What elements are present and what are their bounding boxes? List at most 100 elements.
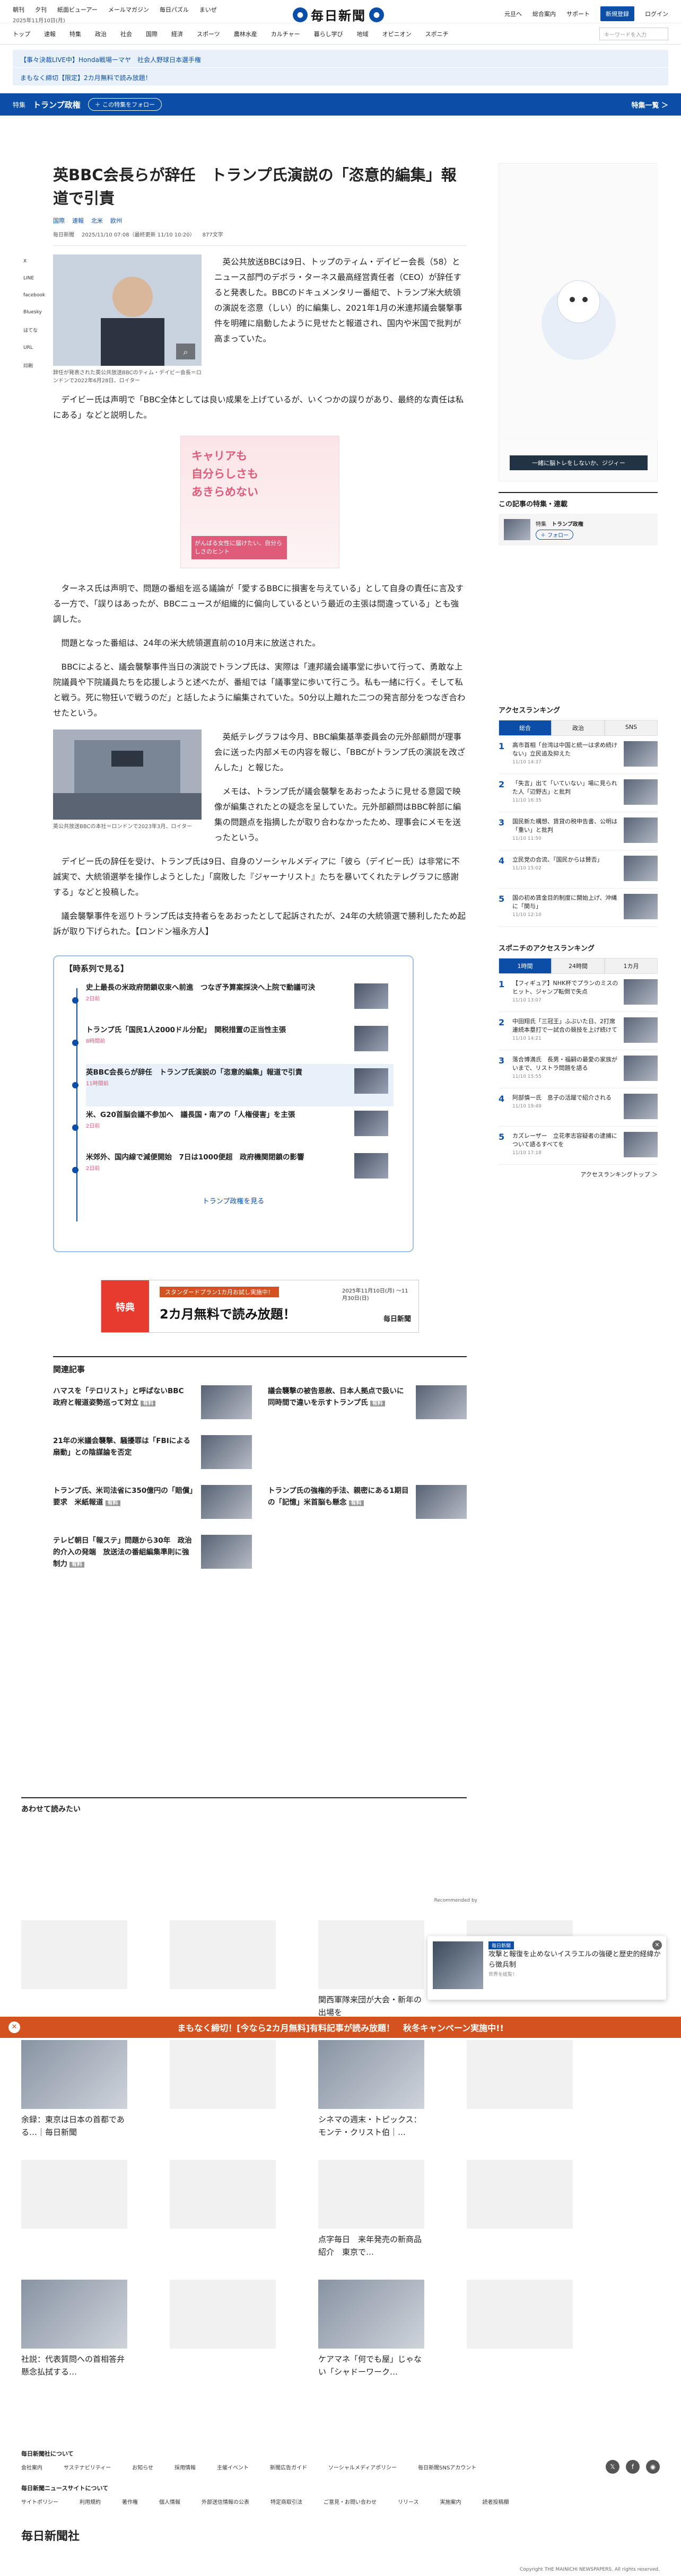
recommended-item[interactable]: ケアマネ「何でも屋」じゃない「シャドーワーク… xyxy=(318,2280,424,2378)
search-input[interactable]: キーワードを入力 xyxy=(599,28,668,40)
ranking-item[interactable]: 3 国民新た構想、賃貸の税申告書、公明は「重い」と批判 11/10 11:50 xyxy=(499,812,658,850)
feature-list-link[interactable]: 特集一覧 ＞ xyxy=(631,100,668,110)
site-logo[interactable]: ● 毎日新聞 ● xyxy=(293,5,384,24)
banner-campaign[interactable]: まもなく締切【限定】2カ月無料で読み放題！ xyxy=(13,68,668,86)
footer-link-8[interactable]: 実施案内 xyxy=(440,2498,461,2505)
recommended-item[interactable]: 点字毎日 来年発売の新商品紹介 東京で… xyxy=(318,2160,424,2258)
tab-2[interactable]: SNS xyxy=(605,720,658,736)
nav-item-3[interactable]: 政治 xyxy=(95,30,107,38)
category-3[interactable]: 欧州 xyxy=(110,216,122,225)
recommended-item[interactable] xyxy=(467,2280,573,2378)
footer-link-5[interactable]: 新聞広告ガイド xyxy=(270,2463,307,2471)
ranking-item[interactable]: 5 カズレーザー 立花孝志容疑者の逮捕について語るすべてを 11/10 17:18 xyxy=(499,1127,658,1165)
subscribe-button[interactable]: 新規登録 xyxy=(600,6,634,21)
share-icon-2[interactable]: facebook xyxy=(23,293,45,298)
tab-1[interactable]: 24時間 xyxy=(552,958,605,974)
footer-link-6[interactable]: ソーシャルメディアポリシー xyxy=(328,2463,397,2471)
timeline-item[interactable]: 米郊外、国内線で減便開始 7日は1000便超 政府機関閉鎖の影響 2日前 xyxy=(72,1149,394,1191)
recommended-item[interactable]: 余録：東京は日本の首都である…｜毎日新聞 xyxy=(21,2040,127,2139)
util-link-4[interactable]: 毎日パズル xyxy=(160,5,189,14)
timeline-item[interactable]: 英BBC会長らが辞任 トランプ氏演説の「恣意的編集」報道で引責 11時間前 xyxy=(72,1064,394,1106)
tab-2[interactable]: 1カ月 xyxy=(605,958,658,974)
category-2[interactable]: 北米 xyxy=(91,216,103,225)
share-icon-6[interactable]: 印刷 xyxy=(23,362,45,369)
rss-icon[interactable]: ◉ xyxy=(646,2460,660,2474)
footer-link-0[interactable]: 会社案内 xyxy=(21,2463,42,2471)
sidebar-ad[interactable]: 一緒に脳トレをしないか、ジジィー xyxy=(499,163,658,481)
ranking-more-link[interactable]: アクセスランキングトップ ＞ xyxy=(499,1170,658,1179)
category-1[interactable]: 速報 xyxy=(72,216,84,225)
campaign-bar[interactable]: ✕ まもなく締切！[今なら2カ月無料]有料記事が読み放題！ 秋冬キャンペーン実施… xyxy=(0,2017,681,2038)
nav-item-8[interactable]: 農林水産 xyxy=(234,30,257,38)
footer-link-3[interactable]: 個人情報 xyxy=(159,2498,180,2505)
nav-item-0[interactable]: トップ xyxy=(13,30,30,38)
related-item[interactable]: 21年の米議会襲撃、騒擾罪は「FBIによる扇動」との陰謀論を否定 xyxy=(53,1435,252,1472)
related-item[interactable]: トランプ氏の強権的手法、親密にある1期目の「記憶」米首脳も懸念 有料 xyxy=(268,1485,467,1522)
recommended-item[interactable]: 関西軍隊来団が大会・新年の出場を xyxy=(318,1920,424,2019)
recommended-item[interactable] xyxy=(170,2160,276,2258)
tab-1[interactable]: 政治 xyxy=(552,720,605,736)
recommended-item[interactable] xyxy=(21,2160,127,2258)
footer-link-3[interactable]: 採用情報 xyxy=(174,2463,196,2471)
ranking-item[interactable]: 2 「失言」出て「いていない」場に見られた人「辺野古」と批判 11/10 16:35 xyxy=(499,774,658,812)
footer-link-5[interactable]: 特定商取引法 xyxy=(270,2498,302,2505)
nav-item-9[interactable]: カルチャー xyxy=(271,30,300,38)
sidebar-feature-card[interactable]: 特集 トランプ政権 ＋ フォロー xyxy=(499,514,658,546)
footer-link-1[interactable]: 利用規約 xyxy=(80,2498,101,2505)
photo-1-image[interactable]: ⌕ xyxy=(53,254,202,366)
ranking-item[interactable]: 2 中田翔氏「三冠王」ふぶいた日、2打席連続本塁打で一試合の競技を上げ続けて 11/… xyxy=(499,1012,658,1050)
recommended-item[interactable] xyxy=(21,1920,127,2019)
ranking-item[interactable]: 4 立民党の合流、「国民からは賛否」 11/10 15:02 xyxy=(499,850,658,889)
nav-item-7[interactable]: スポーツ xyxy=(197,30,220,38)
ad-banner[interactable]: キャリアも 自分らしさも あきらめない がんばる女性に届けたい、自分らしさのヒン… xyxy=(180,436,339,568)
feature-follow-button[interactable]: ＋ この特集をフォロー xyxy=(88,98,162,111)
footer-link-7[interactable]: リリース xyxy=(398,2498,419,2505)
photo-2-image[interactable] xyxy=(53,729,202,820)
ranking-item[interactable]: 3 落合博満氏 長男・福嗣の最愛の家族がいまで、リストラ問題を語る 11/10 15… xyxy=(499,1050,658,1088)
campaign-close-icon[interactable]: ✕ xyxy=(8,2021,20,2033)
share-icon-1[interactable]: LINE xyxy=(23,276,45,281)
timeline-item[interactable]: 史上最長の米政府閉鎖収束へ前進 つなぎ予算案採決へ上院で動議可決 2日前 xyxy=(72,979,394,1022)
header-right-link-2[interactable]: サポート xyxy=(566,10,590,18)
header-right-link-0[interactable]: 元旦へ xyxy=(504,10,522,18)
timeline-item[interactable]: トランプ氏「国民1人2000ドル分配」 関税措置の正当性主張 8時間前 xyxy=(72,1022,394,1064)
footer-link-0[interactable]: サイトポリシー xyxy=(21,2498,58,2505)
footer-link-7[interactable]: 毎日新聞SNSアカウント xyxy=(418,2463,476,2471)
share-icon-4[interactable]: はてな xyxy=(23,327,45,333)
nav-item-11[interactable]: 地域 xyxy=(357,30,369,38)
tab-0[interactable]: 総合 xyxy=(499,720,552,736)
related-item[interactable]: テレビ朝日「報ステ」問題から30年 政治的介入の発端 放送法の番組編集準則に強制… xyxy=(53,1535,252,1572)
banner-live[interactable]: 【事々決裁LIVE中】Honda戦場ーマヤ 社会人野球日本選手権 xyxy=(13,50,668,68)
share-icon-0[interactable]: X xyxy=(23,259,45,264)
footer-link-4[interactable]: 外部送信情報の公表 xyxy=(202,2498,249,2505)
ranking-item[interactable]: 5 国の初め賃金目的制度に開始上げ、沖縄に「関与」 11/10 12:10 xyxy=(499,889,658,927)
header-right-link-1[interactable]: 総合案内 xyxy=(532,10,556,18)
recommended-item[interactable]: 社説：代表質問への首相答弁 懸念払拭する… xyxy=(21,2280,133,2378)
timeline-item[interactable]: 米、G20首脳会議不参加へ 議長国・南アの「人権侵害」を主張 2日前 xyxy=(72,1106,394,1149)
util-link-1[interactable]: 夕刊 xyxy=(35,5,47,14)
recommended-item[interactable] xyxy=(170,1920,276,2019)
footer-link-4[interactable]: 主催イベント xyxy=(217,2463,249,2471)
ranking-item[interactable]: 1 高市首相「台湾は中国と統一は求め続けない」立民追及抑えた 11/10 14:37 xyxy=(499,736,658,774)
util-link-3[interactable]: メールマガジン xyxy=(108,5,149,14)
ranking-item[interactable]: 4 阿部慎一氏 息子の活躍で紹介される 11/10 19:49 xyxy=(499,1088,658,1127)
related-item[interactable]: トランプ氏、米司法省に350億円の「賠償」要求 米紙報道 有料 xyxy=(53,1485,252,1522)
related-item[interactable]: 議会襲撃の被告恩赦、日本人拠点で扱いに同時間で違いを示すトランプ氏 有料 xyxy=(268,1385,467,1422)
tab-0[interactable]: 1時間 xyxy=(499,958,552,974)
related-item[interactable]: ハマスを「テロリスト」と呼ばないBBC 政府と報道姿勢巡って対立 有料 xyxy=(53,1385,252,1422)
util-link-5[interactable]: まいぜ xyxy=(199,5,217,14)
category-0[interactable]: 国際 xyxy=(53,216,65,225)
footer-link-9[interactable]: 読者投稿欄 xyxy=(483,2498,509,2505)
nav-item-12[interactable]: オピニオン xyxy=(382,30,412,38)
nav-item-13[interactable]: スポニチ xyxy=(425,30,449,38)
nav-item-6[interactable]: 経済 xyxy=(171,30,183,38)
promo-banner[interactable]: 特典 スタンダードプラン1カ月お試し実施中！ 2カ月無料で読み放題！ 2025年… xyxy=(101,1280,419,1333)
sidebar-feature-follow[interactable]: ＋ フォロー xyxy=(536,530,574,540)
recommended-item[interactable]: シネマの週末・トピックス：モンテ・クリスト伯｜… xyxy=(318,2040,424,2139)
recommend-toast[interactable]: 毎日新聞 攻撃と報復を止めないイスラエルの強硬と歴史的経緯から徴兵制 世界を総覧… xyxy=(427,1936,666,2000)
recommended-item[interactable] xyxy=(170,2280,276,2378)
nav-item-2[interactable]: 特集 xyxy=(69,30,81,38)
footer-link-2[interactable]: お知らせ xyxy=(132,2463,153,2471)
nav-item-4[interactable]: 社会 xyxy=(120,30,132,38)
nav-item-1[interactable]: 速報 xyxy=(44,30,56,38)
